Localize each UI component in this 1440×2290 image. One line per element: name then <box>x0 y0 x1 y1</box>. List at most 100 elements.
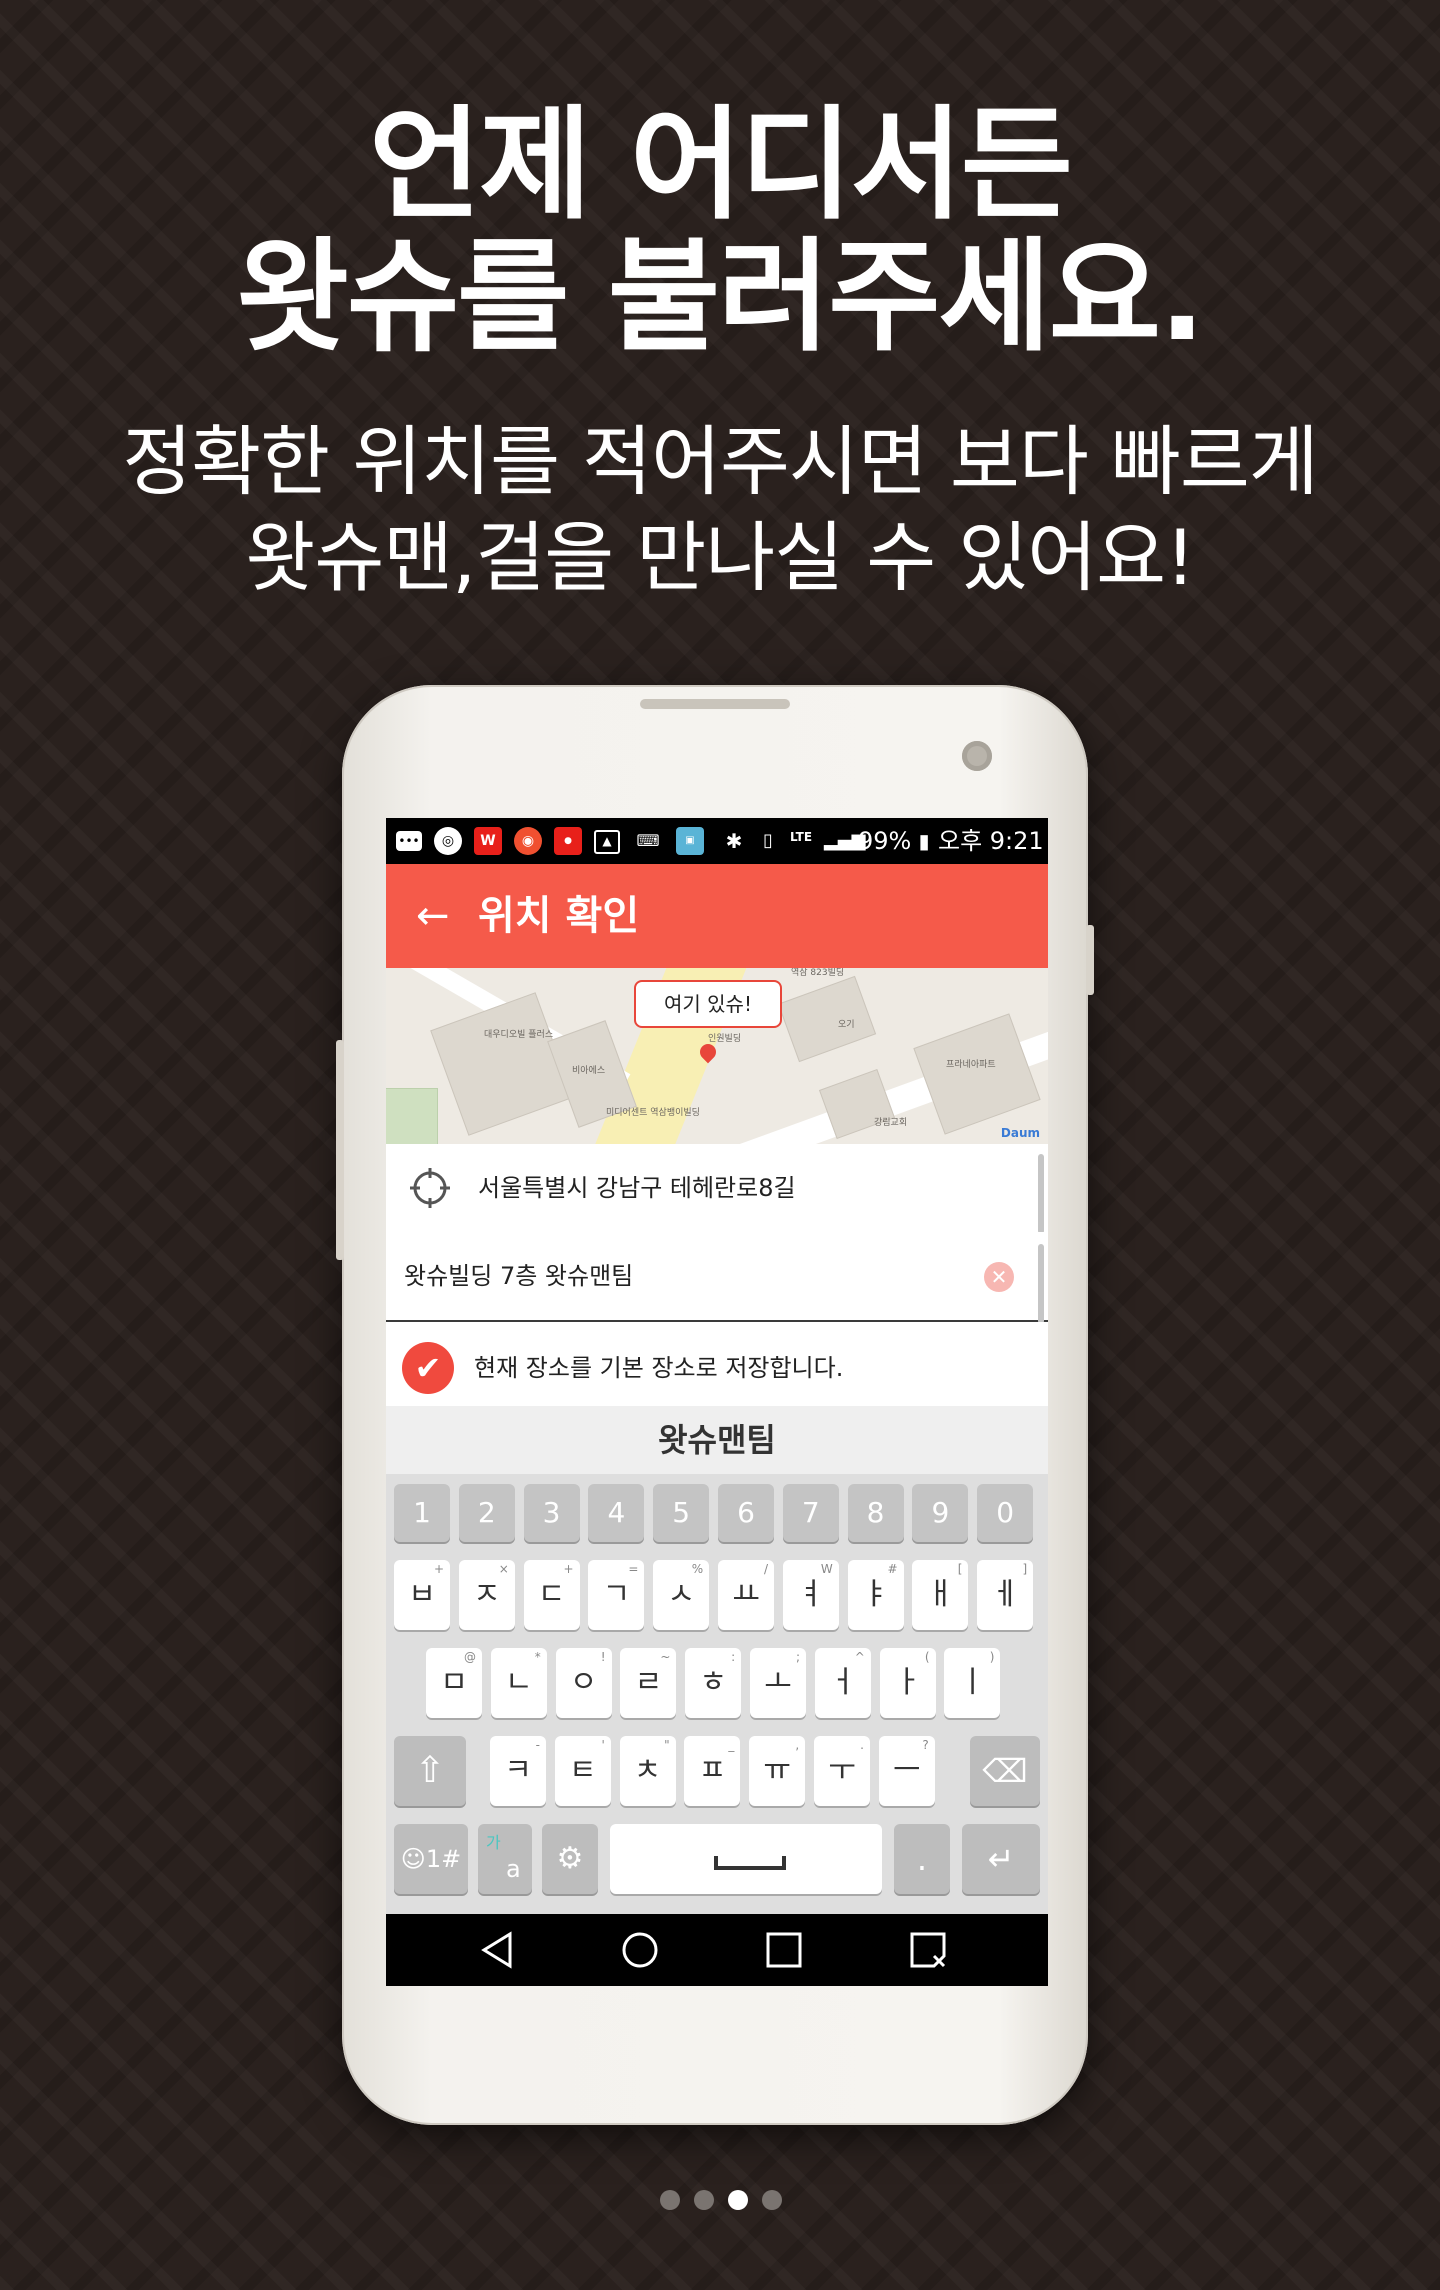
scrollbar[interactable] <box>1038 1244 1044 1324</box>
key-7[interactable]: 7 <box>782 1484 839 1542</box>
key-ㅎ[interactable]: ㅎ: <box>685 1648 742 1718</box>
key-label: 2 <box>477 1496 496 1529</box>
nav-recents-icon[interactable] <box>764 1930 804 1970</box>
key-alt-symbol: . <box>860 1738 864 1752</box>
keyboard-prediction-bar: 왓슈맨팀 <box>386 1406 1048 1474</box>
arrow-left-icon[interactable]: ← <box>416 894 460 938</box>
app-card-icon: ▣ <box>676 827 704 855</box>
checkbox-checked-icon[interactable]: ✔ <box>402 1342 454 1394</box>
key-label: ㅛ <box>732 1577 760 1612</box>
key-alt-symbol: - <box>535 1738 540 1752</box>
key-alt-symbol: + <box>433 1562 444 1576</box>
key-label: ㅈ <box>472 1577 501 1612</box>
key-ㅐ[interactable]: ㅐ[ <box>912 1560 969 1630</box>
nav-home-icon[interactable] <box>620 1930 660 1970</box>
map-label: 프라네아파트 <box>946 1060 996 1070</box>
key-ㅋ[interactable]: ㅋ- <box>490 1736 546 1806</box>
phone-speaker <box>640 699 790 709</box>
key-alt-symbol: # <box>887 1562 898 1576</box>
pager-dot[interactable] <box>660 2190 680 2210</box>
key-ㅠ[interactable]: ㅠ, <box>749 1736 806 1806</box>
key-ㅛ[interactable]: ㅛ / <box>718 1560 774 1630</box>
key-1[interactable]: 1 <box>394 1484 450 1542</box>
key-9[interactable]: 9 <box>912 1484 969 1542</box>
key-ㅂ[interactable]: ㅂ + <box>394 1560 450 1630</box>
shift-key[interactable]: ⇧ <box>394 1736 466 1806</box>
page-title: 위치 확인 <box>478 893 640 939</box>
key-5[interactable]: 5 <box>653 1484 710 1542</box>
backspace-key[interactable]: ⌫ <box>970 1736 1040 1806</box>
location-map[interactable]: 역삼 823빌딩 대우디오빌 플러스 비아에스 미디어센트 역삼뱅이빌딩 인원빌… <box>386 968 1048 1144</box>
key-ㅑ[interactable]: ㅑ # <box>847 1560 904 1630</box>
pager-dot-active[interactable] <box>728 2190 748 2210</box>
key-ㅡ[interactable]: ㅡ? <box>878 1736 935 1806</box>
save-default-label: 현재 장소를 기본 장소로 저장합니다. <box>474 1354 844 1382</box>
key-ㅅ[interactable]: ㅅ% <box>653 1560 710 1630</box>
map-label: 대우디오빌 플러스 <box>484 1030 554 1040</box>
key-alt-symbol: ! <box>600 1650 606 1664</box>
crosshair-icon[interactable] <box>408 1166 452 1210</box>
key-ㅊ[interactable]: ㅊ " <box>619 1736 676 1806</box>
backspace-icon: ⌫ <box>982 1752 1028 1790</box>
key-ㅌ[interactable]: ㅌ ' <box>554 1736 611 1806</box>
nav-quick-memo-icon[interactable] <box>908 1930 948 1970</box>
keyboard: ⇧ ⌫ ☺1# 가 a ⚙ . ↵ 1 2 3 4 5 6 7 8 9 0 ㅂ + ㅈ × ㄷ + ㄱ = ㅅ% ㅛ /… <box>386 1474 1048 1914</box>
image-icon: ▲ <box>594 830 620 854</box>
save-default-row[interactable]: ✔ 현재 장소를 기본 장소로 저장합니다. <box>386 1322 1048 1406</box>
key-ㅜ[interactable]: ㅜ. <box>814 1736 870 1806</box>
keyboard-icon: ⌨ <box>636 831 660 850</box>
key-alt-symbol: * <box>534 1650 541 1664</box>
pager-dot[interactable] <box>762 2190 782 2210</box>
pager-dot[interactable] <box>694 2190 714 2210</box>
key-ㅕ[interactable]: ㅕW <box>782 1560 839 1630</box>
key-ㅣ[interactable]: ㅣ) <box>944 1648 1001 1718</box>
prediction-word[interactable]: 왓슈맨팀 <box>658 1421 776 1459</box>
emoji-symbol-key[interactable]: ☺1# <box>394 1824 468 1894</box>
key-ㅇ[interactable]: ㅇ! <box>555 1648 612 1718</box>
address-text: 서울특별시 강남구 테헤란로8길 <box>478 1174 796 1202</box>
map-location-bubble: 여기 있슈! <box>634 980 782 1028</box>
key-label: ㅁ <box>440 1665 468 1700</box>
key-0[interactable]: 0 <box>977 1484 1034 1542</box>
key-3[interactable]: 3 <box>523 1484 580 1542</box>
key-ㄱ[interactable]: ㄱ = <box>588 1560 645 1630</box>
scrollbar[interactable] <box>1038 1154 1044 1234</box>
key-ㅓ[interactable]: ㅓ ^ <box>814 1648 871 1718</box>
key-label: ㅣ <box>958 1665 987 1700</box>
key-label: 5 <box>672 1496 691 1529</box>
detail-address-field[interactable]: 왓슈빌딩 7층 왓슈맨팀 ✕ <box>386 1232 1048 1322</box>
language-switch-key[interactable]: 가 a <box>478 1824 532 1894</box>
nav-back-icon[interactable] <box>478 1930 518 1970</box>
period-key[interactable]: . <box>894 1824 950 1894</box>
key-8[interactable]: 8 <box>847 1484 904 1542</box>
key-ㄹ[interactable]: ㄹ ~ <box>620 1648 677 1718</box>
key-ㅈ[interactable]: ㅈ × <box>458 1560 515 1630</box>
key-label: 4 <box>607 1496 626 1529</box>
key-2[interactable]: 2 <box>458 1484 515 1542</box>
map-label: 강림교회 <box>874 1118 908 1128</box>
key-ㅔ[interactable]: ㅔ] <box>977 1560 1034 1630</box>
phone-volume-button <box>336 1040 344 1260</box>
key-ㅗ[interactable]: ㅗ; <box>750 1648 806 1718</box>
key-4[interactable]: 4 <box>588 1484 645 1542</box>
key-ㅍ[interactable]: ㅍ _ <box>684 1736 741 1806</box>
key-ㄴ[interactable]: ㄴ * <box>490 1648 547 1718</box>
gear-icon: ⚙ <box>556 1841 584 1876</box>
lang-key-top: 가 <box>486 1833 501 1852</box>
clear-icon[interactable]: ✕ <box>984 1262 1014 1292</box>
settings-key[interactable]: ⚙ <box>542 1824 598 1894</box>
key-label: ㅑ <box>861 1577 890 1612</box>
promo-subtitle-line1: 정확한 위치를 적어주시면 보다 빠르게 <box>122 417 1318 506</box>
detail-address-value[interactable]: 왓슈빌딩 7층 왓슈맨팀 <box>404 1260 633 1292</box>
lang-key-bottom: a <box>506 1855 521 1883</box>
key-alt-symbol: × <box>498 1562 509 1576</box>
enter-key[interactable]: ↵ <box>962 1824 1040 1894</box>
key-6[interactable]: 6 <box>718 1484 774 1542</box>
key-ㅁ[interactable]: ㅁ @ <box>426 1648 482 1718</box>
map-building <box>430 992 574 1136</box>
address-row[interactable]: 서울특별시 강남구 테헤란로8길 <box>386 1144 1048 1234</box>
key-ㅏ[interactable]: ㅏ( <box>879 1648 936 1718</box>
space-bar-icon <box>714 1856 786 1870</box>
key-ㄷ[interactable]: ㄷ + <box>523 1560 580 1630</box>
space-key[interactable] <box>610 1824 882 1894</box>
